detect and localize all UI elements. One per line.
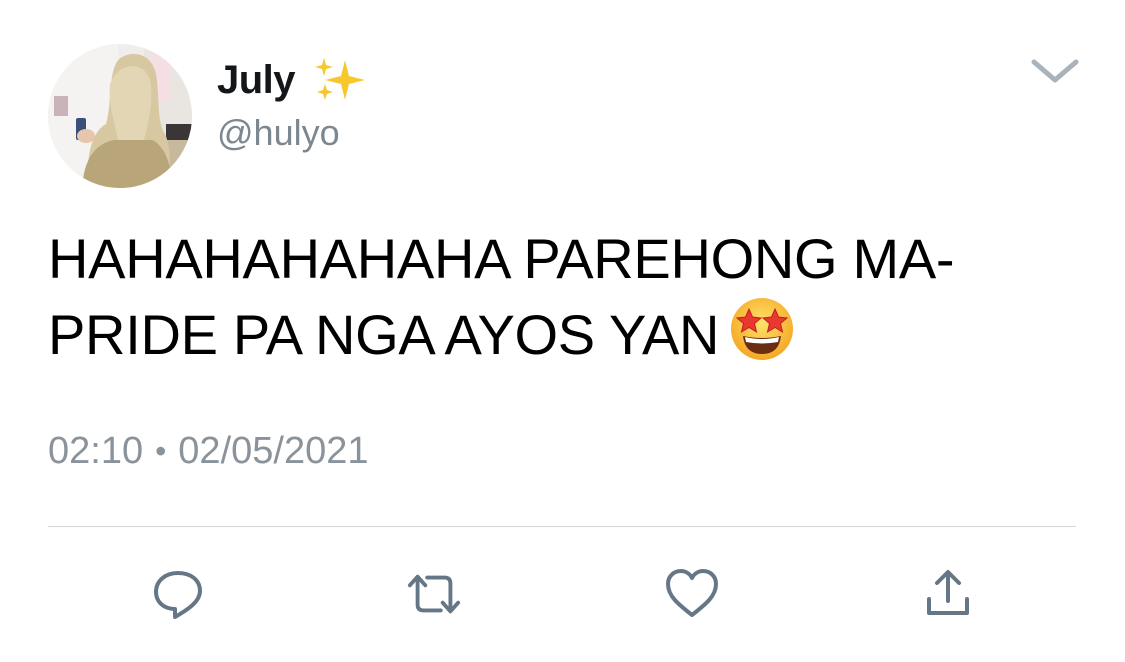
display-name[interactable]: July — [217, 58, 296, 103]
tweet-text-line-2: PRIDE PA NGA AYOS YAN — [48, 296, 1098, 372]
tweet-time: 02:10 — [48, 430, 144, 472]
avatar[interactable] — [48, 44, 192, 188]
share-button[interactable] — [920, 566, 976, 622]
reply-icon — [154, 571, 202, 619]
like-button[interactable] — [664, 566, 720, 622]
author-name-row: July — [217, 52, 369, 108]
user-handle[interactable]: @hulyo — [217, 112, 340, 154]
sparkles-icon — [315, 58, 366, 100]
avatar-image — [48, 44, 192, 188]
star-struck-emoji — [731, 298, 794, 360]
timestamp-separator: • — [155, 433, 167, 469]
retweet-icon — [407, 574, 461, 614]
more-options-button[interactable] — [1028, 50, 1082, 90]
tweet-text: HAHAHAHAHAHA PAREHONG MA- PRIDE PA NGA A… — [48, 222, 1098, 372]
tweet-date: 02/05/2021 — [178, 430, 369, 472]
tweet-text-line-2-text: PRIDE PA NGA AYOS YAN — [48, 303, 720, 366]
divider — [48, 526, 1076, 527]
heart-icon — [666, 569, 718, 617]
chevron-down-icon — [1031, 59, 1079, 83]
retweet-button[interactable] — [406, 566, 462, 622]
reply-button[interactable] — [150, 566, 206, 622]
share-icon — [927, 570, 969, 615]
tweet-timestamp[interactable]: 02:10 • 02/05/2021 — [48, 430, 368, 473]
tweet-text-line-1: HAHAHAHAHAHA PAREHONG MA- — [48, 227, 955, 290]
